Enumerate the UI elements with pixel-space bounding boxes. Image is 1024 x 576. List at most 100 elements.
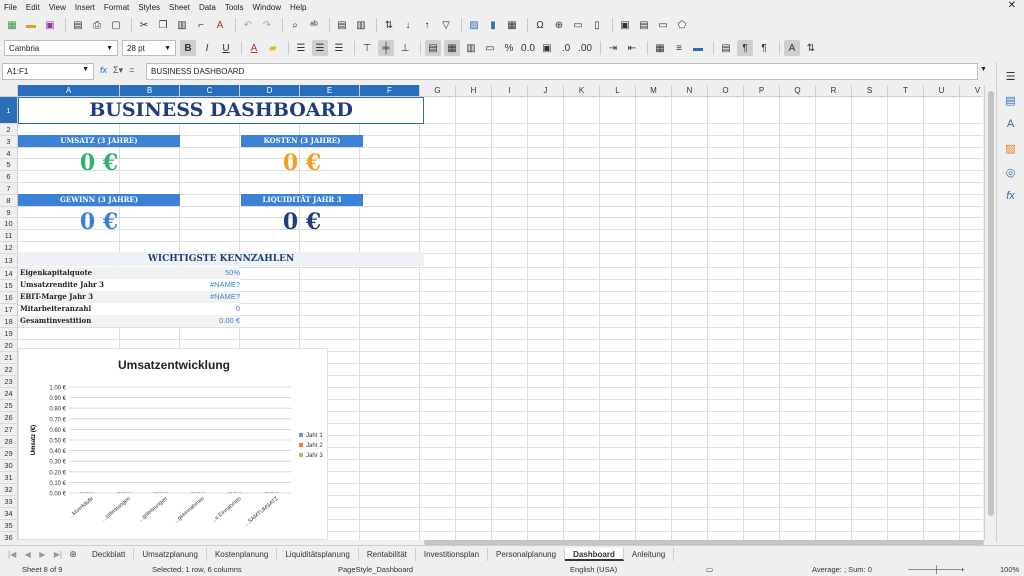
language-status[interactable]: English (USA)	[570, 565, 617, 574]
row-header[interactable]: 11	[0, 230, 18, 242]
row-header[interactable]: 2	[0, 124, 18, 136]
row-header[interactable]: 21	[0, 351, 18, 364]
define-print-area-icon[interactable]: ▣	[617, 17, 633, 33]
align-right-icon[interactable]: ☰	[331, 40, 347, 56]
menu-insert[interactable]: Insert	[75, 3, 95, 12]
headers-footers-icon[interactable]: ▯	[589, 17, 605, 33]
zoom-slider[interactable]: −────┼────+	[908, 565, 965, 574]
row-header[interactable]: 27	[0, 423, 18, 436]
column-header[interactable]: T	[888, 85, 924, 97]
page-style[interactable]: PageStyle_Dashboard	[338, 565, 413, 574]
border-color-icon[interactable]: ▬	[690, 40, 706, 56]
row-header[interactable]: 25	[0, 399, 18, 412]
menu-window[interactable]: Window	[253, 3, 281, 12]
first-sheet-icon[interactable]: |◀	[8, 550, 16, 559]
find-replace-icon[interactable]: ⌕	[287, 17, 303, 33]
styles-icon[interactable]: A	[1003, 116, 1019, 132]
column-header[interactable]: H	[456, 85, 492, 97]
conditional-format-icon[interactable]: ▤	[718, 40, 734, 56]
border-style-icon[interactable]: ≡	[671, 40, 687, 56]
menu-edit[interactable]: Edit	[26, 3, 40, 12]
navigator-icon[interactable]: ◎	[1003, 164, 1019, 180]
column-header[interactable]: O	[708, 85, 744, 97]
row-header[interactable]: 24	[0, 387, 18, 400]
menu-styles[interactable]: Styles	[138, 3, 160, 12]
functions-icon[interactable]: fx	[1003, 188, 1019, 204]
tab-deckblatt[interactable]: Deckblatt	[84, 547, 135, 561]
redo-icon[interactable]: ↷	[259, 17, 275, 33]
row-header[interactable]: 14	[0, 267, 18, 280]
tab-liquiditaetsplanung[interactable]: Liquiditätsplanung	[277, 547, 359, 561]
clear-formatting-icon[interactable]: A	[212, 17, 228, 33]
underline-icon[interactable]: U	[218, 40, 234, 56]
row-header[interactable]: 35	[0, 519, 18, 532]
umsatz-chart[interactable]: Umsatzentwicklung 0.00 €0.10 €0.20 €0.30…	[18, 348, 328, 540]
autofilter-icon[interactable]: ▽	[438, 17, 454, 33]
column-header[interactable]: A	[18, 85, 120, 97]
print-preview-icon[interactable]: ▢	[108, 17, 124, 33]
bold-icon[interactable]: B	[180, 40, 196, 56]
borders-icon[interactable]: ▦	[652, 40, 668, 56]
column-header[interactable]: K	[564, 85, 600, 97]
row-header[interactable]: 6	[0, 171, 18, 183]
right-to-left-icon[interactable]: ¶	[756, 40, 772, 56]
row-header[interactable]: 26	[0, 411, 18, 424]
tab-kostenplanung[interactable]: Kostenplanung	[207, 547, 278, 561]
align-top-icon[interactable]: ⊤	[359, 40, 375, 56]
row-header[interactable]: 22	[0, 363, 18, 376]
row-header[interactable]: 30	[0, 459, 18, 472]
copy-icon[interactable]: ❐	[155, 17, 171, 33]
italic-icon[interactable]: I	[199, 40, 215, 56]
column-header[interactable]: C	[180, 85, 240, 97]
undo-icon[interactable]: ↶	[240, 17, 256, 33]
pivot-table-icon[interactable]: ▦	[504, 17, 520, 33]
tab-anleitung[interactable]: Anleitung	[624, 547, 675, 561]
menu-sheet[interactable]: Sheet	[169, 3, 190, 12]
row-header[interactable]: 18	[0, 315, 18, 328]
tab-personalplanung[interactable]: Personalplanung	[488, 547, 566, 561]
column-header[interactable]: D	[240, 85, 300, 97]
function-wizard-icon[interactable]: fx	[100, 65, 107, 76]
scrollbar-thumb[interactable]	[988, 91, 994, 516]
menu-help[interactable]: Help	[290, 3, 306, 12]
column-header[interactable]: E	[300, 85, 360, 97]
close-document-icon[interactable]: ✕	[1008, 0, 1016, 11]
row-header[interactable]: 13	[0, 253, 18, 268]
gallery-icon[interactable]: ▨	[1003, 140, 1019, 156]
row-header[interactable]: 12	[0, 242, 18, 254]
column-header[interactable]: N	[672, 85, 708, 97]
text-direction-icon[interactable]: ⇅	[803, 40, 819, 56]
row-header[interactable]: 15	[0, 279, 18, 292]
column-header[interactable]: S	[852, 85, 888, 97]
align-center-icon[interactable]: ☰	[312, 40, 328, 56]
wrap-text-icon[interactable]: ▤	[425, 40, 441, 56]
prev-sheet-icon[interactable]: ◀	[25, 550, 31, 559]
split-window-icon[interactable]: ▭	[655, 17, 671, 33]
tab-investitionsplan[interactable]: Investitionsplan	[416, 547, 489, 561]
column-header[interactable]: Q	[780, 85, 816, 97]
row-header[interactable]: 10	[0, 218, 18, 231]
menu-tools[interactable]: Tools	[225, 3, 244, 12]
freeze-rows-icon[interactable]: ▤	[636, 17, 652, 33]
insert-image-icon[interactable]: ▨	[466, 17, 482, 33]
column-header[interactable]: R	[816, 85, 852, 97]
select-all-corner[interactable]	[0, 85, 18, 97]
vertical-text-icon[interactable]: A	[784, 40, 800, 56]
spelling-icon[interactable]: ᵃᵇ	[306, 17, 322, 33]
decrease-indent-icon[interactable]: ⇤	[624, 40, 640, 56]
column-header[interactable]: L	[600, 85, 636, 97]
row-header[interactable]: 29	[0, 447, 18, 460]
column-icon[interactable]: ▥	[353, 17, 369, 33]
last-sheet-icon[interactable]: ▶|	[54, 550, 62, 559]
format-as-date-icon[interactable]: ▣	[539, 40, 555, 56]
selection-mode-icon[interactable]: ▭	[706, 565, 713, 574]
new-document-icon[interactable]: ▦	[4, 17, 20, 33]
row-header[interactable]: 3	[0, 135, 18, 148]
zoom-level[interactable]: 100%	[1000, 565, 1019, 574]
row-header[interactable]: 9	[0, 206, 18, 219]
paste-icon[interactable]: ▥	[174, 17, 190, 33]
tab-umsatzplanung[interactable]: Umsatzplanung	[134, 547, 207, 561]
column-header[interactable]: I	[492, 85, 528, 97]
sort-icon[interactable]: ⇅	[381, 17, 397, 33]
column-header[interactable]: V	[960, 85, 983, 97]
